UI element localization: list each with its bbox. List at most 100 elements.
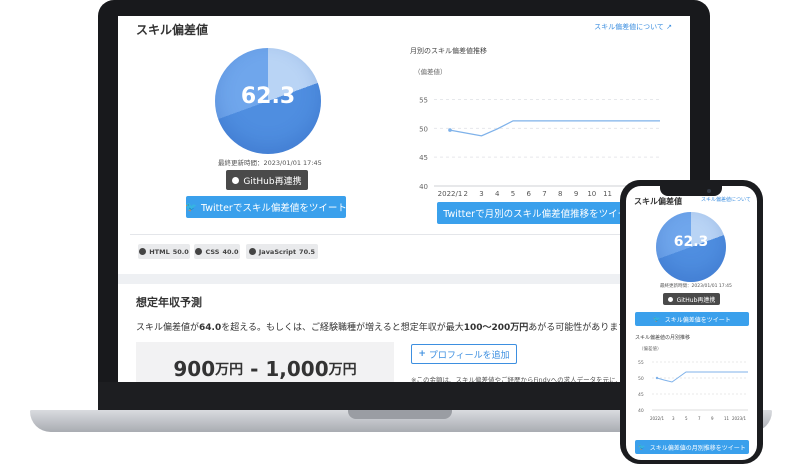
github-icon xyxy=(232,176,240,184)
github-icon xyxy=(139,248,147,255)
language-name: CSS xyxy=(205,247,220,256)
phone-skill-score: 62.3 xyxy=(673,234,709,250)
language-name: JavaScript xyxy=(258,247,297,256)
income-text-1: スキル偏差値が xyxy=(136,323,200,333)
phone-xtick: 9 xyxy=(711,416,714,421)
language-score: 40.0 xyxy=(222,247,239,256)
x-tick-label: 8 xyxy=(558,190,562,198)
phone-ytick: 40 xyxy=(638,408,644,414)
income-low: 900 xyxy=(173,357,216,381)
phone-github-label[interactable]: GitHub再連携 xyxy=(677,295,716,304)
x-tick-label: 6 xyxy=(527,190,532,198)
monthly-chart-unit: （偏差値） xyxy=(414,68,447,76)
github-icon xyxy=(248,248,256,255)
x-tick-label: 4 xyxy=(495,190,500,198)
phone-ytick: 55 xyxy=(638,360,644,366)
x-tick-label: 3 xyxy=(479,190,483,198)
income-note: ※この金額は、スキル偏差値やご経歴からFindyへの求人データを元に、 xyxy=(411,376,622,382)
skill-score-donut: 62.3 xyxy=(215,48,321,154)
skill-about-link[interactable]: スキル偏差値について ↗ xyxy=(594,22,672,32)
github-icon xyxy=(667,296,673,302)
income-title: 想定年収予測 xyxy=(136,296,202,309)
phone-tweet-label[interactable]: スキル偏差値をツイート xyxy=(665,315,731,324)
external-link-icon: ↗ xyxy=(666,23,672,31)
income-description: スキル偏差値が64.0を超える。もしくは、ご経験職種が増えると想定年収が最大10… xyxy=(136,320,635,333)
y-tick-label: 55 xyxy=(419,97,428,105)
skill-divider xyxy=(130,234,678,235)
skill-title: スキル偏差値 xyxy=(136,23,209,37)
phone-series-point xyxy=(655,376,659,380)
phone-monthly-tweet-button[interactable]: 🐦 スキル偏差値の月別推移をツイート xyxy=(635,440,749,454)
phone-series-line xyxy=(656,371,748,383)
series-point xyxy=(448,128,452,132)
income-threshold: 64.0 xyxy=(199,323,222,333)
language-score: 70.5 xyxy=(299,247,316,256)
income-unit-low: 万円 xyxy=(215,362,244,378)
github-icon xyxy=(195,248,203,255)
plus-icon: + xyxy=(418,349,426,359)
phone-xtick: 2023/1 xyxy=(732,416,747,421)
laptop-bezel xyxy=(98,382,710,412)
twitter-icon: 🐦 xyxy=(638,443,646,451)
income-sep: - xyxy=(243,357,266,381)
phone-tweet-button[interactable]: 🐦 スキル偏差値をツイート xyxy=(635,312,749,326)
github-relink-button[interactable]: GitHub再連携 xyxy=(226,170,308,190)
tweet-skill-button[interactable]: 🐦 Twitterでスキル偏差値をツイート xyxy=(186,196,346,218)
income-card: 想定年収予測 スキル偏差値が64.0を超える。もしくは、ご経験職種が増えると想定… xyxy=(118,284,690,382)
phone-ytick: 50 xyxy=(638,376,644,382)
x-tick-label: 11 xyxy=(603,190,612,198)
phone-xtick: 7 xyxy=(698,416,701,421)
tweet-monthly-button[interactable]: 🐦 Twitterで月別のスキル偏差値推移をツイート xyxy=(437,202,627,224)
skill-card: スキル偏差値 スキル偏差値について ↗ 62.3 最終更新時間：2023/01/… xyxy=(118,16,690,274)
laptop-notch xyxy=(348,410,452,419)
x-tick-label: 2 xyxy=(464,190,468,198)
phone-notch xyxy=(660,186,722,196)
phone-updated-time: 最終更新時間：2023/01/01 17:45 xyxy=(660,284,732,289)
github-relink-label[interactable]: GitHub再連携 xyxy=(243,174,301,187)
income-range-up: 100〜200万円 xyxy=(463,323,529,333)
skill-about-link-label[interactable]: スキル偏差値について xyxy=(594,23,664,31)
language-tag-javascript: JavaScript 70.5 xyxy=(246,244,318,259)
language-tag-html: HTML 50.0 xyxy=(138,244,190,259)
phone-chart-unit: （偏差値） xyxy=(639,347,662,352)
income-text-2: を超える。もしくは、ご経験職種が増えると想定年収が最大 xyxy=(221,323,464,333)
language-score: 50.0 xyxy=(172,247,189,256)
income-estimate-box: 900 万円 - 1,000 万円 xyxy=(136,342,394,382)
phone-monthly-title: スキル偏差値の月別推移 xyxy=(635,335,691,341)
skill-score-value: 62.3 xyxy=(240,84,296,109)
add-profile-label[interactable]: プロフィールを追加 xyxy=(429,348,510,361)
y-tick-label: 45 xyxy=(419,154,428,162)
tweet-monthly-label[interactable]: Twitterで月別のスキル偏差値推移をツイート xyxy=(443,206,627,220)
phone-monthly-tweet-label[interactable]: スキル偏差値の月別推移をツイート xyxy=(650,443,746,452)
phone-skill-donut: 62.3 xyxy=(656,212,726,282)
phone-about-link[interactable]: スキル偏差値について xyxy=(701,196,751,203)
phone-xtick: 3 xyxy=(672,416,675,421)
twitter-icon: 🐦 xyxy=(186,201,197,213)
monthly-chart-title: 月別のスキル偏差値推移 xyxy=(410,47,487,55)
y-tick-label: 40 xyxy=(419,183,428,191)
phone-github-button[interactable]: GitHub再連携 xyxy=(663,293,720,305)
add-profile-button[interactable]: + プロフィールを追加 xyxy=(411,344,517,364)
phone-xtick: 5 xyxy=(685,416,688,421)
x-tick-label: 10 xyxy=(587,190,596,198)
phone-ytick: 45 xyxy=(638,392,644,398)
income-unit-high: 万円 xyxy=(328,362,357,378)
phone-line-chart: 55 50 45 40 2022/1 3 5 7 9 11 2023/1 xyxy=(638,360,748,421)
twitter-icon: 🐦 xyxy=(653,315,661,323)
tweet-skill-label[interactable]: Twitterでスキル偏差値をツイート xyxy=(201,200,346,214)
phone-camera xyxy=(707,189,711,193)
twitter-icon: 🐦 xyxy=(437,208,439,219)
laptop-screen: スキル偏差値 スキル偏差値について ↗ 62.3 最終更新時間：2023/01/… xyxy=(118,16,690,382)
x-tick-label: 2022/1 xyxy=(438,190,463,198)
x-tick-label: 9 xyxy=(574,190,578,198)
phone-screen: スキル偏差値 スキル偏差値について 62.3 最終更新時間：2023/01/01… xyxy=(626,186,757,460)
y-tick-label: 50 xyxy=(419,125,428,133)
language-tag-css: CSS 40.0 xyxy=(194,244,240,259)
phone-xtick: 11 xyxy=(724,416,730,421)
x-tick-label: 5 xyxy=(511,190,515,198)
x-tick-label: 7 xyxy=(542,190,546,198)
income-high: 1,000 xyxy=(265,357,329,381)
skill-updated-time: 最終更新時間：2023/01/01 17:45 xyxy=(218,159,322,167)
phone-xtick: 2022/1 xyxy=(650,416,665,421)
language-name: HTML xyxy=(149,247,170,256)
